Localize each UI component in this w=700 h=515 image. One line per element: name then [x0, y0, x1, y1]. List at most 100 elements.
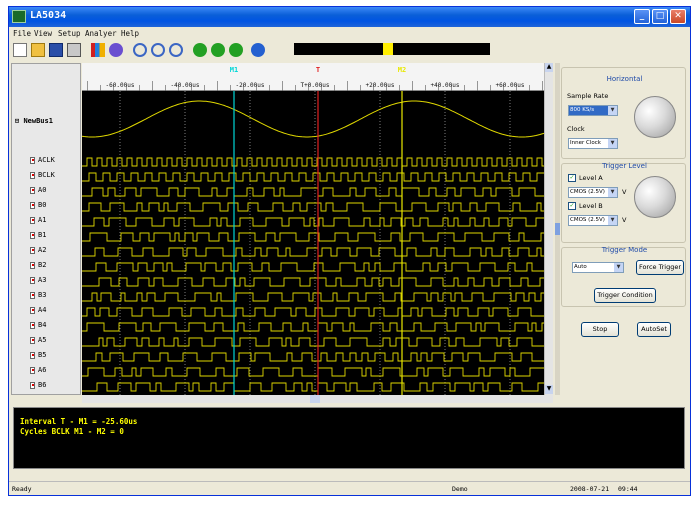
- trigger-condition-button[interactable]: Trigger Condition: [594, 288, 656, 303]
- maximize-button[interactable]: □: [652, 9, 668, 24]
- capture-position-indicator: [383, 43, 393, 55]
- level-b-select[interactable]: CMOS (2.5V) ▼: [568, 215, 618, 226]
- signal-row[interactable]: BCLK: [30, 170, 80, 182]
- ruler-label: +60.00us: [496, 82, 525, 89]
- channel-icon: [30, 262, 35, 269]
- panel-splitter[interactable]: [555, 63, 560, 395]
- marker-m2-label[interactable]: M2: [398, 66, 406, 74]
- analog-trace: [82, 100, 544, 138]
- signal-name: A5: [38, 336, 47, 344]
- open-icon[interactable]: [31, 43, 45, 57]
- ruler-label: -20.00us: [236, 82, 265, 89]
- digital-trace: [82, 367, 544, 377]
- ruler-label: T+0.00us: [301, 82, 330, 89]
- collapse-handle-icon[interactable]: [555, 223, 560, 235]
- trigger-level-group: Trigger Level ✓ Level A CMOS (2.5V) ▼ V …: [561, 162, 686, 243]
- menu-file[interactable]: File: [13, 29, 31, 38]
- menu-setup[interactable]: Setup: [58, 29, 81, 38]
- signal-name: ACLK: [38, 156, 55, 164]
- level-b-value: CMOS (2.5V): [570, 217, 605, 223]
- chevron-down-icon: ▼: [614, 263, 623, 272]
- zoom-out-icon[interactable]: [151, 43, 165, 57]
- signal-row[interactable]: B3: [30, 290, 80, 302]
- autoset-button[interactable]: AutoSet: [637, 322, 671, 337]
- horizontal-scrollbar[interactable]: [82, 395, 553, 403]
- signal-row[interactable]: A4: [30, 305, 80, 317]
- signal-name: A1: [38, 216, 47, 224]
- ruler-label: -60.00us: [106, 82, 135, 89]
- stop-button[interactable]: Stop: [581, 322, 619, 337]
- title-bar[interactable]: LA5034 _ □ ✕: [9, 7, 690, 27]
- digital-trace: [82, 322, 544, 332]
- menu-view[interactable]: View: [34, 29, 52, 38]
- horizontal-group: Horizontal Sample Rate 800 KS/s ▼ Clock …: [561, 67, 686, 159]
- signal-row[interactable]: A1: [30, 215, 80, 227]
- signal-row[interactable]: A5: [30, 335, 80, 347]
- minimize-button[interactable]: _: [634, 9, 650, 24]
- zoom-in-icon[interactable]: [133, 43, 147, 57]
- chevron-down-icon: ▼: [608, 106, 617, 115]
- control-panel: Horizontal Sample Rate 800 KS/s ▼ Clock …: [561, 63, 688, 395]
- level-a-checkbox[interactable]: ✓: [568, 174, 576, 182]
- trigger-level-knob[interactable]: [634, 176, 676, 218]
- settings-icon[interactable]: [109, 43, 123, 57]
- channel-icon: [30, 367, 35, 374]
- scroll-down-icon[interactable]: ▼: [545, 385, 553, 394]
- signal-row[interactable]: B2: [30, 260, 80, 272]
- print-icon[interactable]: [67, 43, 81, 57]
- menu-analyer[interactable]: Analyer: [85, 29, 117, 38]
- waveform-display[interactable]: -60.00us -40.00us -20.00us T+0.00us +20.00us…: [82, 63, 544, 395]
- clock-select[interactable]: Inner Clock ▼: [568, 138, 618, 149]
- digital-trace: [82, 307, 544, 317]
- bar-chart-icon[interactable]: [91, 43, 105, 57]
- back-icon[interactable]: [193, 43, 207, 57]
- scroll-thumb[interactable]: [310, 395, 320, 403]
- next-icon[interactable]: [229, 43, 243, 57]
- interval-readout: Interval T - M1 = -25.60us: [20, 417, 138, 426]
- expand-icon[interactable]: ⊟: [15, 117, 19, 125]
- signal-row[interactable]: B6: [30, 380, 80, 392]
- marker-t-label[interactable]: T: [316, 66, 320, 74]
- signal-row[interactable]: B0: [30, 200, 80, 212]
- help-icon[interactable]: [251, 43, 265, 57]
- close-button[interactable]: ✕: [670, 9, 686, 24]
- vertical-scrollbar[interactable]: ▲ ▼: [544, 63, 553, 395]
- sample-rate-value: 800 KS/s: [570, 107, 595, 113]
- new-icon[interactable]: [13, 43, 27, 57]
- channel-icon: [30, 247, 35, 254]
- signal-row[interactable]: A6: [30, 365, 80, 377]
- signal-row[interactable]: ACLK: [30, 155, 80, 167]
- level-b-checkbox[interactable]: ✓: [568, 202, 576, 210]
- signal-row[interactable]: B1: [30, 230, 80, 242]
- signal-row[interactable]: A0: [30, 185, 80, 197]
- trigger-mode-group: Trigger Mode Auto ▼ Force Trigger Trigge…: [561, 246, 686, 307]
- app-icon: [12, 10, 26, 23]
- app-window: LA5034 _ □ ✕ File View Setup Analyer Hel…: [8, 6, 691, 496]
- timebase-knob[interactable]: [634, 96, 676, 138]
- digital-trace: [82, 172, 544, 182]
- signal-row[interactable]: B4: [30, 320, 80, 332]
- level-a-select[interactable]: CMOS (2.5V) ▼: [568, 187, 618, 198]
- menu-help[interactable]: Help: [121, 29, 139, 38]
- status-ready: Ready: [12, 485, 32, 493]
- sample-rate-select[interactable]: 800 KS/s ▼: [568, 105, 618, 116]
- digital-trace: [82, 352, 544, 362]
- menu-bar: File View Setup Analyer Help: [9, 27, 690, 40]
- signal-row[interactable]: B5: [30, 350, 80, 362]
- channel-icon: [30, 337, 35, 344]
- scroll-up-icon[interactable]: ▲: [545, 63, 553, 72]
- signal-name: B1: [38, 231, 47, 239]
- ruler-label: -40.00us: [171, 82, 200, 89]
- signal-row[interactable]: A2: [30, 245, 80, 257]
- trigger-mode-select[interactable]: Auto ▼: [572, 262, 624, 273]
- bus-row[interactable]: ⊟ NewBus1: [15, 117, 53, 125]
- signal-row[interactable]: A3: [30, 275, 80, 287]
- save-icon[interactable]: [49, 43, 63, 57]
- capture-position-bar[interactable]: [294, 43, 490, 55]
- digital-trace: [82, 217, 544, 227]
- force-trigger-button[interactable]: Force Trigger: [636, 260, 684, 275]
- forward-icon[interactable]: [211, 43, 225, 57]
- marker-m1-label[interactable]: M1: [230, 66, 238, 74]
- signal-name: A3: [38, 276, 47, 284]
- zoom-fit-icon[interactable]: [169, 43, 183, 57]
